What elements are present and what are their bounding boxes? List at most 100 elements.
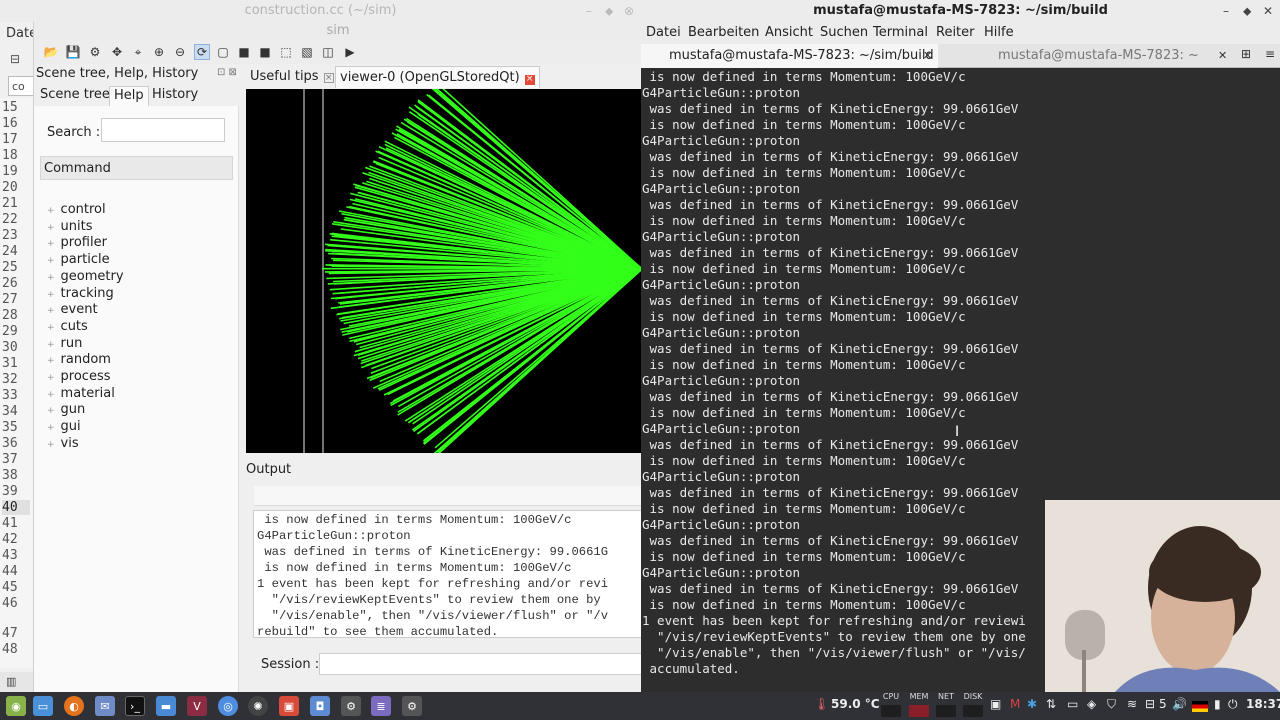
close-icon[interactable]: ⊗ (624, 0, 634, 22)
tab-scene-tree[interactable]: Scene tree (36, 86, 114, 106)
open-icon[interactable]: 📂 (43, 44, 59, 60)
surface-icon[interactable]: ◫ (320, 44, 336, 60)
text-editor-icon[interactable]: ≣ (371, 696, 391, 716)
gear-icon[interactable]: ⚙ (87, 44, 103, 60)
close-tab-icon[interactable]: ✕ (923, 44, 932, 68)
menu-reiter[interactable]: Reiter (936, 25, 975, 40)
rotate-icon[interactable]: ⟳ (194, 44, 210, 60)
desktop-icon[interactable]: ▭ (33, 696, 53, 716)
settings-icon[interactable]: ⚙ (341, 696, 361, 716)
keyboard-layout-icon[interactable] (1192, 701, 1208, 712)
menu-datei[interactable]: Datei (646, 25, 681, 40)
camera-icon[interactable]: ▣ (990, 697, 1001, 711)
power-icon[interactable]: ⏻ (1228, 697, 1238, 712)
run-beam-on-icon[interactable]: ▶ (342, 44, 358, 60)
save-icon[interactable]: 💾 (65, 44, 81, 60)
app-icon[interactable]: ✺ (248, 696, 268, 716)
files-icon[interactable]: ▬ (156, 696, 176, 716)
file-manager-icon[interactable]: ▭ (1067, 697, 1078, 711)
zoom-in-icon[interactable]: ⊕ (151, 44, 167, 60)
wifi-icon[interactable]: ≋ (1127, 697, 1137, 711)
command-item-control[interactable]: + control (47, 202, 106, 217)
command-item-profiler[interactable]: + profiler (47, 235, 107, 250)
expand-icon[interactable]: + (47, 223, 55, 233)
output-filter-input[interactable] (254, 486, 642, 506)
new-tab-icon[interactable]: ⊞ (1241, 47, 1251, 61)
pick-icon[interactable]: ⌖ (130, 44, 146, 60)
output-text[interactable]: is now defined in terms Momentum: 100GeV… (253, 510, 642, 638)
command-item-gun[interactable]: + gun (47, 402, 85, 417)
battery-icon[interactable]: ▮ (1214, 697, 1221, 711)
command-item-process[interactable]: + process (47, 369, 111, 384)
command-item-tracking[interactable]: + tracking (47, 286, 114, 301)
maximize-icon[interactable]: ⬥ (1243, 0, 1251, 22)
expand-icon[interactable]: + (47, 256, 55, 266)
expand-icon[interactable]: + (47, 323, 55, 333)
command-item-run[interactable]: + run (47, 336, 82, 351)
command-item-particle[interactable]: + particle (47, 252, 110, 267)
workspace-icon[interactable]: ⊟ (1145, 697, 1155, 711)
expand-icon[interactable]: + (47, 406, 55, 416)
expand-icon[interactable]: + (47, 239, 55, 249)
close-tab-icon[interactable]: × (524, 75, 535, 85)
tab-help[interactable]: Help (109, 86, 149, 106)
maximize-icon[interactable]: ⬥ (605, 0, 613, 22)
bluetooth-icon[interactable]: ✱ (1027, 697, 1037, 711)
menu-bearbeiten[interactable]: Bearbeiten (688, 25, 759, 40)
search-input[interactable] (101, 118, 225, 142)
command-item-units[interactable]: + units (47, 219, 93, 234)
network-icon[interactable]: ⇅ (1046, 697, 1056, 711)
hidden-line-icon[interactable]: ■ (257, 44, 273, 60)
move-icon[interactable]: ✥ (109, 44, 125, 60)
terminal-icon[interactable]: ›_ (125, 696, 145, 716)
command-item-event[interactable]: + event (47, 302, 98, 317)
terminal-tab-home[interactable]: mustafa@mustafa-MS-7823: ~ ✕ (938, 44, 1228, 68)
close-tab-icon[interactable]: ✕ (1218, 44, 1227, 68)
tab-viewer[interactable]: viewer-0 (OpenGLStoredQt) × (335, 66, 540, 88)
app-icon[interactable]: ▣ (279, 696, 299, 716)
volume-icon[interactable]: 🔊 (1172, 697, 1187, 711)
ortho-icon[interactable]: ▧ (299, 44, 315, 60)
command-item-cuts[interactable]: + cuts (47, 319, 88, 334)
split-view-icon[interactable]: ⊟ (10, 52, 20, 66)
expand-icon[interactable]: + (47, 206, 55, 216)
menu-terminal[interactable]: Terminal (873, 25, 928, 40)
minimize-icon[interactable]: – (586, 0, 592, 22)
vpn-icon[interactable]: ◈ (1087, 697, 1096, 711)
perspective-icon[interactable]: ⬚ (278, 44, 294, 60)
shield-icon[interactable]: ⛉ (1107, 697, 1116, 712)
tab-history[interactable]: History (148, 86, 202, 106)
expand-icon[interactable]: + (47, 356, 55, 366)
expand-icon[interactable]: + (47, 340, 55, 350)
editor-menu-date[interactable]: Date (0, 22, 37, 44)
solid-icon[interactable]: ■ (236, 44, 252, 60)
firefox-icon[interactable]: ◐ (64, 696, 84, 716)
panel-float-close-icon[interactable]: ⊡ ⊠ (217, 67, 237, 78)
tab-menu-icon[interactable]: ≡ (1265, 47, 1275, 61)
close-tab-icon[interactable]: × (323, 73, 334, 83)
terminal-tab-build[interactable]: mustafa@mustafa-MS-7823: ~/sim/build ✕ (641, 44, 938, 68)
session-input[interactable] (319, 653, 642, 675)
expand-icon[interactable]: + (47, 423, 55, 433)
menu-ansicht[interactable]: Ansicht (765, 25, 813, 40)
tab-useful-tips[interactable]: Useful tips × (246, 66, 338, 88)
browser-icon[interactable]: ◎ (218, 696, 238, 716)
expand-icon[interactable]: + (47, 390, 55, 400)
editor-tab[interactable]: co (8, 76, 34, 96)
vim-icon[interactable]: V (187, 696, 207, 716)
editor-panel-icon[interactable]: ▥ (0, 672, 34, 692)
close-icon[interactable]: ✕ (1263, 0, 1273, 22)
command-item-vis[interactable]: + vis (47, 436, 79, 451)
menu-icon[interactable]: ◉ (6, 696, 26, 716)
command-item-gui[interactable]: + gui (47, 419, 81, 434)
expand-icon[interactable]: + (47, 373, 55, 383)
command-item-random[interactable]: + random (47, 352, 111, 367)
menu-hilfe[interactable]: Hilfe (984, 25, 1014, 40)
expand-icon[interactable]: + (47, 440, 55, 450)
opengl-viewer[interactable] (246, 89, 642, 453)
mail-icon[interactable]: ✉ (95, 696, 115, 716)
gmail-icon[interactable]: M (1010, 697, 1020, 711)
command-item-geometry[interactable]: + geometry (47, 269, 124, 284)
wireframe-icon[interactable]: ▢ (215, 44, 231, 60)
expand-icon[interactable]: + (47, 273, 55, 283)
